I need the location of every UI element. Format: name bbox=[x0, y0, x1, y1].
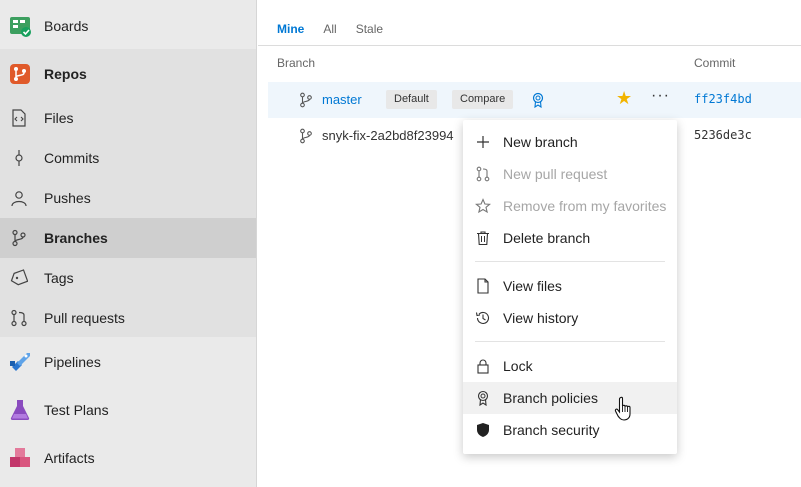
menu-item-branch-security[interactable]: Branch security bbox=[463, 414, 677, 446]
menu-item-label: View history bbox=[503, 310, 579, 326]
more-actions-icon[interactable]: ··· bbox=[651, 87, 670, 105]
menu-item-delete-branch[interactable]: Delete branch bbox=[463, 222, 677, 254]
menu-item-view-files[interactable]: View files bbox=[463, 270, 677, 302]
tab-mine[interactable]: Mine bbox=[277, 22, 304, 36]
push-icon bbox=[11, 191, 27, 207]
plus-icon bbox=[477, 136, 489, 148]
sidebar-item-boards[interactable]: Boards bbox=[0, 6, 256, 46]
sidebar-item-tags[interactable]: Tags bbox=[0, 258, 256, 298]
commit-id-link[interactable]: ff23f4bd bbox=[694, 92, 752, 106]
pull-request-icon bbox=[476, 166, 490, 182]
sidebar-item-pushes[interactable]: Pushes bbox=[0, 178, 256, 218]
artifacts-icon bbox=[10, 448, 30, 467]
sidebar-item-label: Boards bbox=[44, 18, 89, 34]
policy-badge-icon[interactable] bbox=[531, 92, 545, 108]
sidebar-item-label: Commits bbox=[44, 150, 100, 166]
tag-icon bbox=[10, 269, 28, 286]
shield-icon bbox=[477, 423, 489, 437]
lock-icon bbox=[477, 359, 489, 374]
menu-item-remove-favorite[interactable]: Remove from my favorites bbox=[463, 190, 677, 222]
menu-item-view-history[interactable]: View history bbox=[463, 302, 677, 334]
menu-item-label: Branch policies bbox=[503, 390, 598, 406]
menu-item-label: Lock bbox=[503, 358, 533, 374]
sidebar-item-label: Branches bbox=[44, 230, 108, 246]
sidebar-item-artifacts[interactable]: Artifacts bbox=[0, 438, 256, 478]
pull-request-icon bbox=[11, 309, 27, 327]
flask-icon bbox=[10, 400, 30, 420]
commit-id-link[interactable]: 5236de3c bbox=[694, 128, 752, 142]
sidebar-item-label: Repos bbox=[44, 66, 87, 82]
column-header-branch[interactable]: Branch bbox=[277, 56, 315, 70]
sidebar-item-label: Test Plans bbox=[44, 402, 109, 418]
tab-all[interactable]: All bbox=[323, 22, 336, 36]
branch-filter-tabs: Mine All Stale bbox=[277, 22, 402, 36]
sidebar-item-test-plans[interactable]: Test Plans bbox=[0, 390, 256, 430]
sidebar-item-repos[interactable]: Repos bbox=[0, 54, 256, 94]
branch-row-master[interactable]: master Default Compare ★ ··· ff23f4bd bbox=[268, 82, 801, 118]
compare-badge: Compare bbox=[452, 90, 514, 109]
history-icon bbox=[475, 311, 490, 324]
branch-context-menu: New branch New pull request Remove from … bbox=[463, 120, 677, 454]
branch-name-link[interactable]: snyk-fix-2a2bd8f23994 bbox=[322, 128, 454, 143]
sidebar-item-pull-requests[interactable]: Pull requests bbox=[0, 298, 256, 338]
hand-cursor-icon bbox=[614, 396, 631, 421]
menu-item-label: New pull request bbox=[503, 166, 608, 182]
menu-item-new-pull-request[interactable]: New pull request bbox=[463, 158, 677, 190]
sidebar-item-label: Pushes bbox=[44, 190, 91, 206]
sidebar-item-label: Files bbox=[44, 110, 74, 126]
branch-icon bbox=[300, 128, 312, 144]
menu-item-label: Branch security bbox=[503, 422, 600, 438]
repos-icon bbox=[10, 64, 30, 84]
sidebar: Boards Repos Files Commits Pushes Branch… bbox=[0, 0, 257, 487]
sidebar-item-label: Tags bbox=[44, 270, 74, 286]
file-icon bbox=[477, 278, 489, 294]
pipelines-icon bbox=[10, 353, 30, 371]
policy-badge-icon bbox=[477, 390, 489, 406]
sidebar-item-branches[interactable]: Branches bbox=[0, 218, 256, 258]
boards-icon bbox=[10, 17, 31, 37]
branch-icon bbox=[12, 229, 26, 247]
favorite-star-icon[interactable]: ★ bbox=[616, 88, 632, 109]
menu-item-label: Delete branch bbox=[503, 230, 591, 246]
sidebar-item-label: Pipelines bbox=[44, 354, 101, 370]
tabs-divider bbox=[258, 45, 801, 46]
sidebar-item-commits[interactable]: Commits bbox=[0, 138, 256, 178]
menu-item-label: Remove from my favorites bbox=[503, 198, 667, 214]
file-code-icon bbox=[12, 109, 26, 127]
menu-item-branch-policies[interactable]: Branch policies bbox=[463, 382, 677, 414]
trash-icon bbox=[477, 231, 489, 246]
sidebar-item-files[interactable]: Files bbox=[0, 98, 256, 138]
menu-item-new-branch[interactable]: New branch bbox=[463, 126, 677, 158]
sidebar-item-label: Pull requests bbox=[44, 310, 125, 326]
star-outline-icon bbox=[475, 198, 491, 214]
tab-stale[interactable]: Stale bbox=[356, 22, 383, 36]
menu-item-label: New branch bbox=[503, 134, 578, 150]
menu-item-label: View files bbox=[503, 278, 562, 294]
menu-separator bbox=[475, 341, 665, 342]
commit-icon bbox=[15, 150, 23, 166]
sidebar-item-label: Artifacts bbox=[44, 450, 95, 466]
branch-name-link[interactable]: master bbox=[322, 92, 362, 107]
default-badge: Default bbox=[386, 90, 437, 109]
menu-item-lock[interactable]: Lock bbox=[463, 350, 677, 382]
column-header-commit[interactable]: Commit bbox=[694, 56, 735, 70]
menu-separator bbox=[475, 261, 665, 262]
branch-icon bbox=[300, 92, 312, 108]
sidebar-item-pipelines[interactable]: Pipelines bbox=[0, 342, 256, 382]
